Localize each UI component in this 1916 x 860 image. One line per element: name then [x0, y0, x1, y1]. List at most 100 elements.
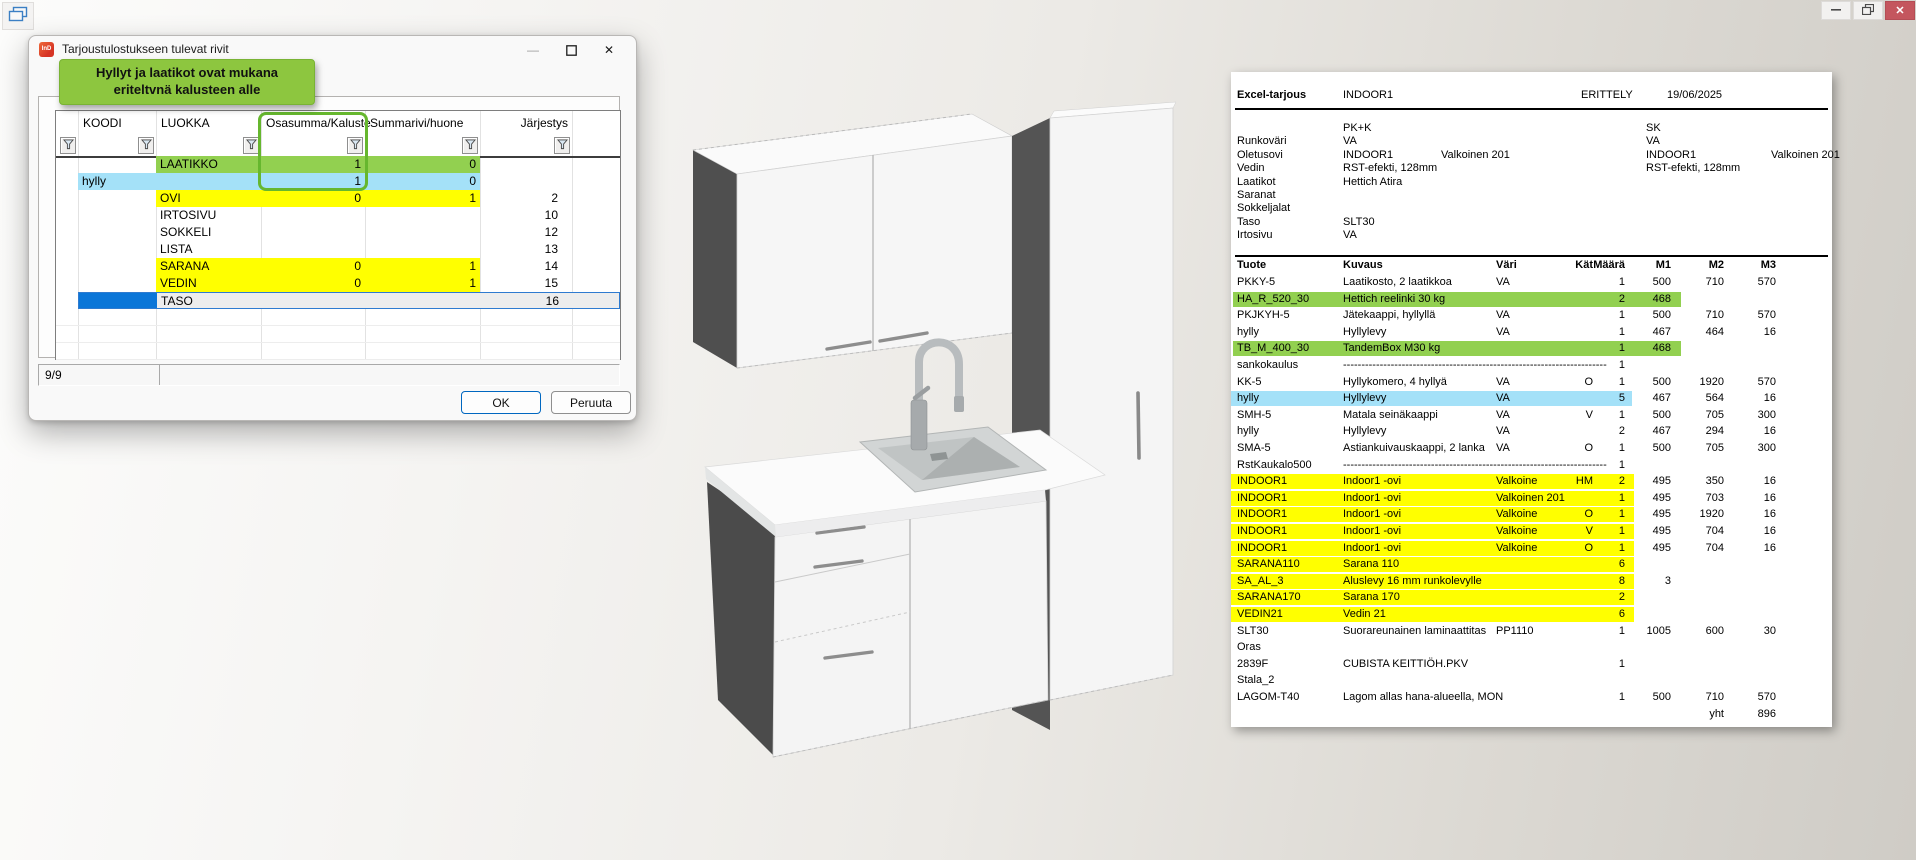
- cell-luokka[interactable]: [156, 173, 261, 190]
- cell-osasumma[interactable]: 0: [261, 258, 365, 275]
- cell-koodi[interactable]: [78, 275, 156, 292]
- empty-row: [56, 343, 620, 360]
- cell-jarjestys[interactable]: 12: [480, 224, 572, 241]
- table-row[interactable]: OVI012: [56, 190, 620, 207]
- cell-koodi[interactable]: hylly: [78, 173, 156, 190]
- report-cell-tuote: INDOOR1: [1237, 524, 1341, 539]
- header-luokka[interactable]: LUOKKA: [161, 116, 210, 130]
- cell-koodi[interactable]: [78, 224, 156, 241]
- cell-summarivi[interactable]: 1: [365, 275, 480, 292]
- cell-summarivi[interactable]: 0: [365, 173, 480, 190]
- info-label: Taso: [1237, 216, 1260, 228]
- report-cell-m3: 570: [1730, 275, 1776, 290]
- report-cell-m1: 495: [1631, 524, 1671, 539]
- cell-koodi[interactable]: [79, 293, 157, 308]
- report-cell-tuote: PKKY-5: [1237, 275, 1341, 290]
- cell-summarivi[interactable]: 0: [365, 156, 480, 173]
- report-cell-tuote: Oras: [1237, 640, 1341, 655]
- dialog-maximize-icon[interactable]: [552, 40, 590, 60]
- report-cell-vari: VA: [1496, 275, 1568, 290]
- restore-button[interactable]: [1853, 1, 1883, 20]
- report-cell-m1: 1005: [1631, 624, 1671, 639]
- cell-jarjestys[interactable]: 10: [480, 207, 572, 224]
- cell-luokka[interactable]: VEDIN: [156, 275, 261, 292]
- filter-funnel-button[interactable]: [138, 137, 154, 154]
- header-koodi[interactable]: KOODI: [83, 116, 122, 130]
- filter-funnel-button[interactable]: [243, 137, 259, 154]
- cell-summarivi[interactable]: [366, 293, 481, 310]
- report-cell-tuote: INDOOR1: [1237, 491, 1341, 506]
- table-row[interactable]: LAATIKKO10: [56, 156, 620, 173]
- cell-luokka[interactable]: LAATIKKO: [156, 156, 261, 173]
- cell-luokka[interactable]: SARANA: [156, 258, 261, 275]
- ok-button[interactable]: OK: [461, 391, 541, 414]
- dialog-close-icon[interactable]: ✕: [590, 40, 628, 60]
- cell-osasumma[interactable]: 0: [261, 275, 365, 292]
- cell-summarivi[interactable]: [365, 224, 480, 241]
- cell-jarjestys[interactable]: 16: [481, 293, 573, 310]
- cascade-windows-button[interactable]: [2, 2, 34, 30]
- close-button[interactable]: ✕: [1885, 1, 1915, 20]
- header-summarivi[interactable]: Summarivi/huone: [370, 116, 463, 130]
- cell-koodi[interactable]: [78, 190, 156, 207]
- cell-osasumma[interactable]: [262, 293, 366, 310]
- cell-osasumma[interactable]: [261, 224, 365, 241]
- table-row[interactable]: TASO 16: [78, 292, 620, 309]
- cell-summarivi[interactable]: 1: [365, 258, 480, 275]
- cell-summarivi[interactable]: 1: [365, 190, 480, 207]
- cell-luokka[interactable]: LISTA: [156, 241, 261, 258]
- cell-osasumma[interactable]: 1: [261, 156, 365, 173]
- report-cell-tuote: SARANA170: [1237, 590, 1341, 605]
- cell-osasumma[interactable]: 1: [261, 173, 365, 190]
- report-date: 19/06/2025: [1667, 89, 1722, 101]
- dialog-minimize-icon[interactable]: —: [514, 40, 552, 60]
- table-row[interactable]: SOKKELI 12: [56, 224, 620, 241]
- cell-koodi[interactable]: [78, 207, 156, 224]
- cell-osasumma[interactable]: [261, 241, 365, 258]
- minimize-button[interactable]: [1821, 1, 1851, 20]
- report-cell-kuvaus: Hyllylevy: [1343, 391, 1495, 406]
- table-row[interactable]: IRTOSIVU 10: [56, 207, 620, 224]
- filter-funnel-button[interactable]: [462, 137, 478, 154]
- header-osasumma[interactable]: Osasumma/Kaluste: [266, 116, 371, 130]
- report-doc-type: ERITTELY: [1581, 89, 1633, 101]
- report-cell-maara: 1: [1589, 507, 1625, 522]
- cell-koodi[interactable]: [78, 156, 156, 173]
- cell-jarjestys[interactable]: [480, 173, 572, 190]
- filter-funnel-button[interactable]: [60, 137, 76, 154]
- report-cell-kuvaus: Indoor1 -ovi: [1343, 541, 1495, 556]
- cell-luokka[interactable]: TASO: [157, 293, 262, 310]
- cancel-button[interactable]: Peruuta: [551, 391, 631, 414]
- report-row: SARANA170Sarana 1702: [1231, 590, 1832, 606]
- report-cell-maara: 1: [1589, 441, 1625, 456]
- cell-jarjestys[interactable]: [480, 156, 572, 173]
- cell-osasumma[interactable]: [261, 207, 365, 224]
- cell-luokka[interactable]: SOKKELI: [156, 224, 261, 241]
- report-cell-kuvaus: Astiankuivauskaappi, 2 lanka: [1343, 441, 1495, 456]
- close-icon: ✕: [1895, 4, 1904, 17]
- dialog-title: Tarjoustulostukseen tulevat rivit: [62, 42, 229, 56]
- table-row[interactable]: SARANA0114: [56, 258, 620, 275]
- info-v1: RST-efekti, 128mm: [1343, 162, 1437, 174]
- table-row[interactable]: VEDIN0115: [56, 275, 620, 292]
- cell-koodi[interactable]: [78, 241, 156, 258]
- cell-summarivi[interactable]: [365, 241, 480, 258]
- filter-funnel-button[interactable]: [347, 137, 363, 154]
- cell-osasumma[interactable]: 0: [261, 190, 365, 207]
- cell-jarjestys[interactable]: 15: [480, 275, 572, 292]
- dialog-statusbar: 9/9: [38, 364, 620, 386]
- report-cell-kuvaus: Indoor1 -ovi: [1343, 507, 1495, 522]
- cell-koodi[interactable]: [78, 258, 156, 275]
- filter-funnel-button[interactable]: [554, 137, 570, 154]
- cell-summarivi[interactable]: [365, 207, 480, 224]
- cell-luokka[interactable]: OVI: [156, 190, 261, 207]
- table-row[interactable]: hylly 10: [56, 173, 620, 190]
- cell-jarjestys[interactable]: 2: [480, 190, 572, 207]
- cell-jarjestys[interactable]: 13: [480, 241, 572, 258]
- table-row[interactable]: LISTA 13: [56, 241, 620, 258]
- header-jarjestys[interactable]: Järjestys: [480, 116, 568, 130]
- cell-jarjestys[interactable]: 14: [480, 258, 572, 275]
- report-cell-tuote: hylly: [1237, 325, 1341, 340]
- report-cell-m2: yht: [1678, 707, 1724, 722]
- cell-luokka[interactable]: IRTOSIVU: [156, 207, 261, 224]
